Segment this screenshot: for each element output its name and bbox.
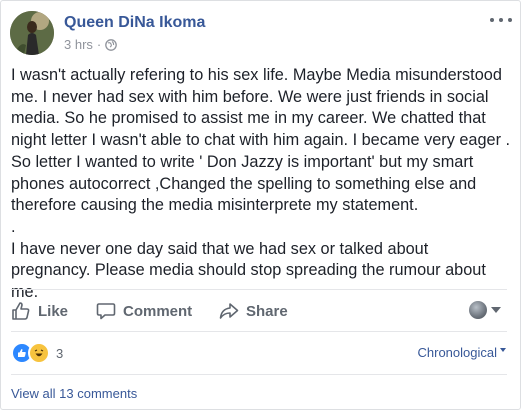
caret-down-icon [500, 347, 506, 352]
comment-order-dropdown[interactable]: Chronological [417, 345, 506, 360]
post-time[interactable]: 3 hrs [64, 37, 93, 52]
post-as-selector[interactable] [469, 301, 501, 319]
author-name[interactable]: Queen DiNa Ikoma [64, 14, 205, 32]
avatar-image [10, 11, 54, 55]
post-paragraph: I have never one day said that we had se… [11, 239, 491, 302]
globe-icon[interactable] [105, 38, 118, 51]
like-button[interactable]: Like [11, 297, 68, 325]
comment-button[interactable]: Comment [96, 297, 192, 325]
post-body: I wasn't actually refering to his sex li… [11, 65, 511, 304]
comment-icon [96, 301, 116, 321]
chevron-down-icon [491, 307, 501, 313]
post-card: Queen DiNa Ikoma 3 hrs · I wasn't actual… [0, 0, 521, 410]
thumbs-up-icon [11, 301, 31, 321]
meta-separator: · [96, 37, 102, 52]
post-paragraph: I wasn't actually refering to his sex li… [11, 66, 515, 215]
action-bar: Like Comment Share [11, 297, 507, 325]
post-meta: 3 hrs · [64, 37, 118, 52]
more-options-icon[interactable] [490, 13, 512, 27]
post-paragraph: . [11, 217, 16, 236]
divider [11, 374, 507, 375]
share-label: Share [246, 302, 288, 320]
comment-order-label: Chronological [417, 345, 498, 360]
reaction-summary[interactable]: 3 [11, 342, 64, 364]
share-icon [219, 301, 239, 321]
post-header: Queen DiNa Ikoma 3 hrs · [10, 11, 512, 57]
viewer-avatar [469, 301, 487, 319]
view-all-comments-link[interactable]: View all 13 comments [11, 386, 137, 401]
like-label: Like [38, 302, 69, 320]
divider [11, 289, 507, 290]
reaction-count: 3 [56, 345, 64, 361]
comment-label: Comment [123, 302, 193, 320]
author-avatar[interactable] [10, 11, 54, 55]
haha-reaction-icon [28, 342, 50, 364]
share-button[interactable]: Share [219, 297, 288, 325]
divider [11, 331, 507, 332]
